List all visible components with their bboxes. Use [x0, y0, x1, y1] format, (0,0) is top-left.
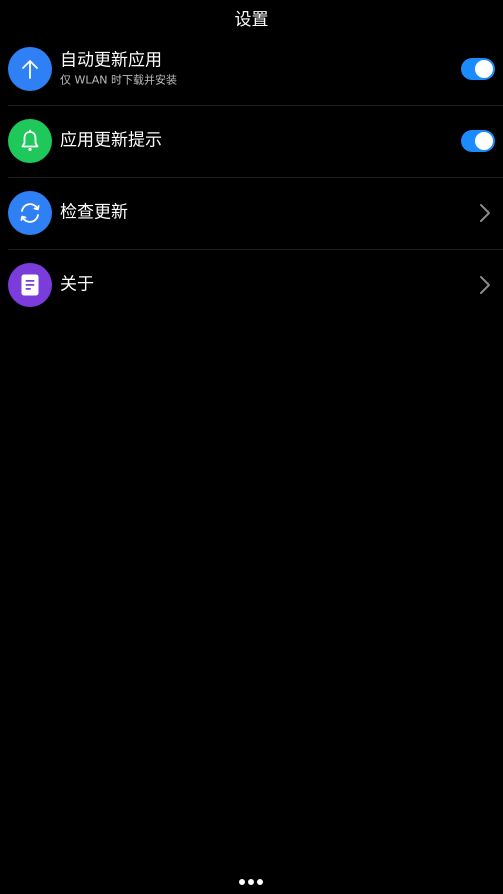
chevron-right-icon[interactable]	[479, 275, 491, 295]
document-icon	[21, 274, 39, 296]
setting-row-check-update[interactable]: 检查更新	[0, 177, 503, 249]
auto-update-title: 自动更新应用	[60, 50, 162, 71]
about-icon-badge	[8, 263, 52, 307]
dot	[257, 879, 263, 885]
chevron-right-icon[interactable]	[479, 203, 491, 223]
more-dots-icon[interactable]	[239, 875, 263, 889]
dot	[248, 879, 254, 885]
dot	[239, 879, 245, 885]
update-notification-title: 应用更新提示	[60, 130, 162, 151]
bell-icon	[21, 129, 39, 152]
setting-row-about[interactable]: 关于	[0, 249, 503, 321]
auto-update-icon-badge	[8, 47, 52, 91]
about-text: 关于	[60, 275, 94, 296]
setting-row-auto-update[interactable]: 自动更新应用 仅 WLAN 时下载并安装	[0, 33, 503, 105]
check-update-icon-badge	[8, 191, 52, 235]
check-update-text: 检查更新	[60, 203, 128, 224]
settings-list: 自动更新应用 仅 WLAN 时下载并安装 应用更新提示 检查更新 关于	[0, 33, 503, 321]
auto-update-text: 自动更新应用 仅 WLAN 时下载并安装	[60, 51, 177, 88]
auto-update-toggle[interactable]	[461, 58, 495, 80]
update-notification-icon-badge	[8, 119, 52, 163]
check-update-title: 检查更新	[60, 202, 128, 223]
update-notification-toggle[interactable]	[461, 130, 495, 152]
update-notification-text: 应用更新提示	[60, 131, 162, 152]
title-bar: 设置	[0, 0, 503, 34]
auto-update-subtitle: 仅 WLAN 时下载并安装	[60, 73, 178, 87]
toggle-knob	[475, 60, 493, 78]
toggle-knob	[475, 132, 493, 150]
arrow-up-icon	[22, 60, 38, 79]
page-title: 设置	[234, 9, 269, 30]
refresh-icon	[20, 203, 40, 223]
about-title: 关于	[60, 274, 94, 295]
setting-row-update-notification[interactable]: 应用更新提示	[0, 105, 503, 177]
